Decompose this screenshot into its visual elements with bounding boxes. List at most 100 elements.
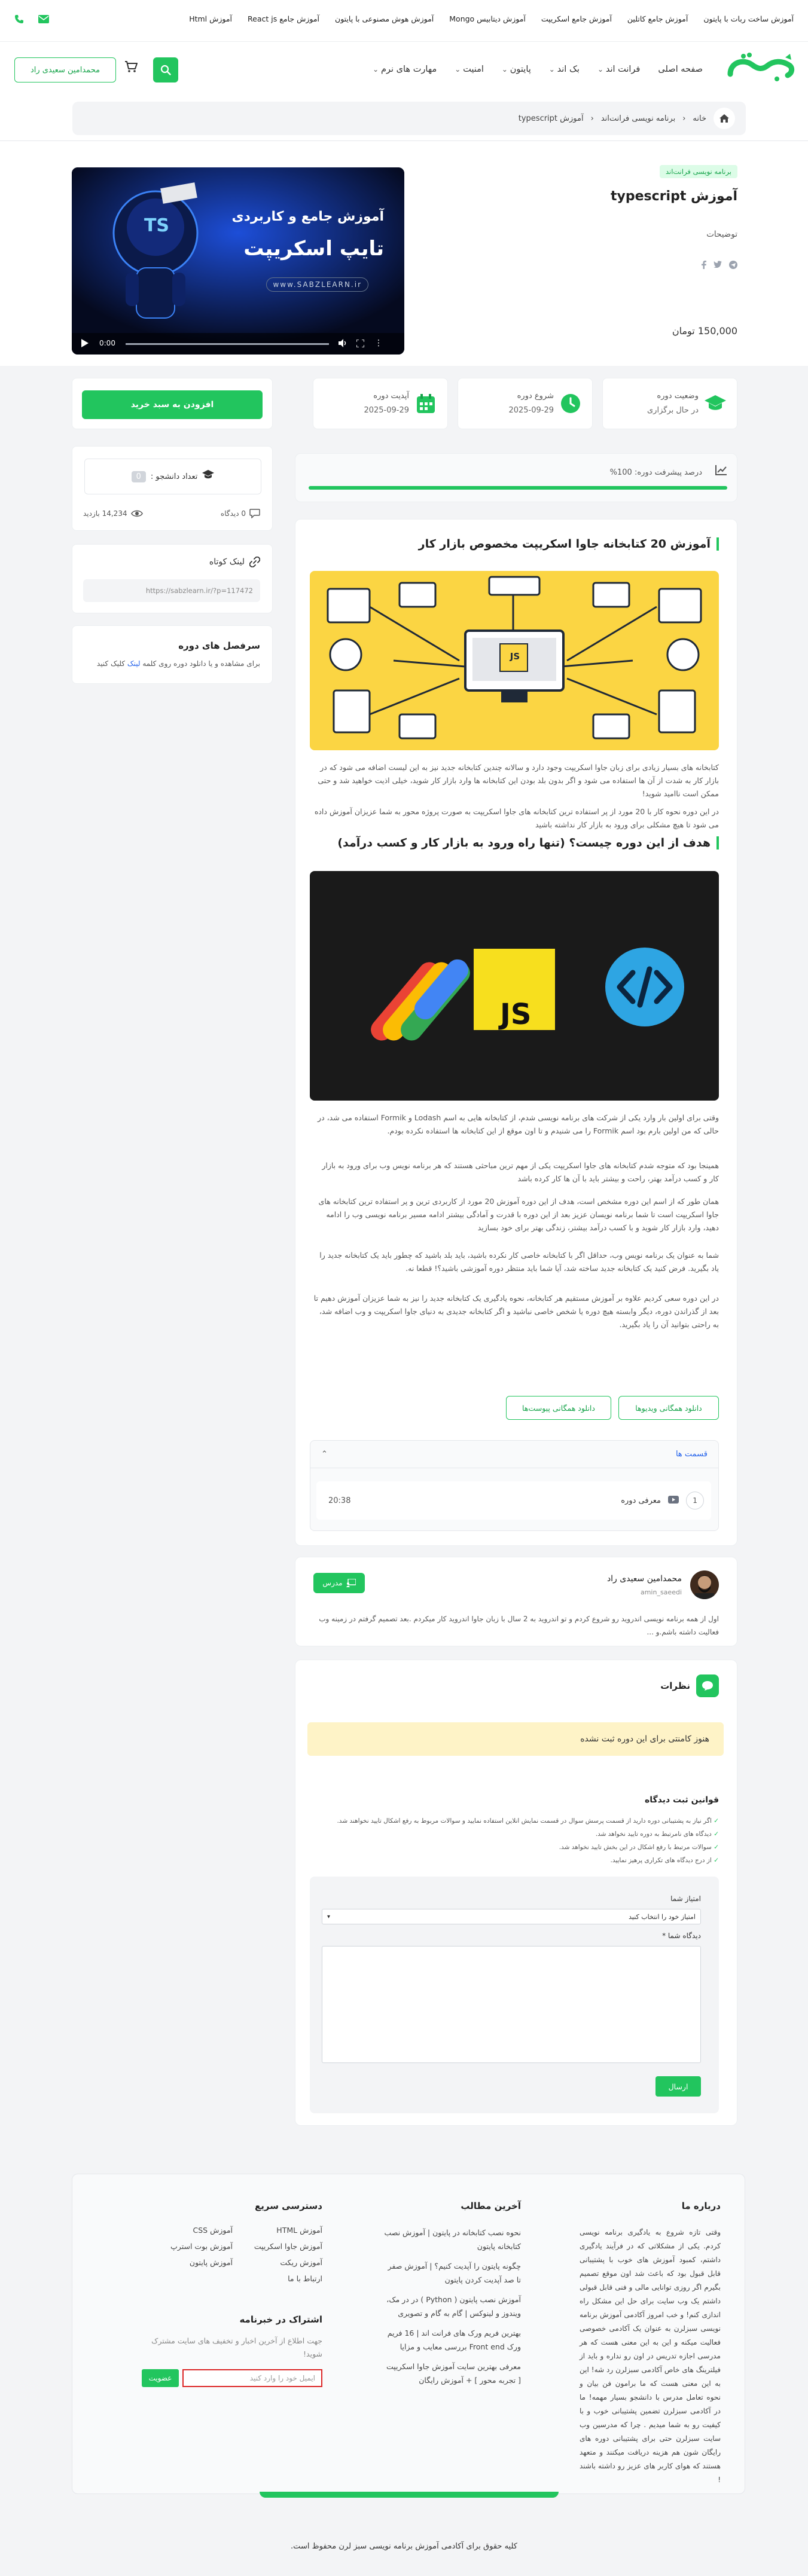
site-header: صفحه اصلی فرانت اند بک اند پایتون امنیت … — [0, 42, 808, 141]
download-attachments-button[interactable]: دانلود همگانی پیوست‌ها — [506, 1396, 611, 1420]
footer-quick-link[interactable]: آموزش بوت استرپ — [143, 2242, 233, 2251]
course-video-player[interactable]: TS آموزش جامع و کاربردی تایپ اسکریپت www… — [72, 167, 404, 355]
footer-quick-link[interactable]: آموزش CSS — [143, 2226, 233, 2235]
download-videos-button[interactable]: دانلود همگانی ویدیوها — [618, 1396, 719, 1420]
info-card-start: شروع دوره 2025-09-29 — [458, 378, 593, 429]
cart-button[interactable] — [124, 61, 138, 76]
phone-icon[interactable] — [14, 14, 24, 26]
teacher-name[interactable]: محمدامین سعیدی راد — [607, 1574, 682, 1584]
accordion-header[interactable]: قسمت ها ⌃ — [310, 1441, 718, 1468]
teacher-icon — [346, 1579, 356, 1587]
user-account-button[interactable]: محمدامین سعیدی راد — [14, 57, 116, 82]
footer-latest-link[interactable]: نحوه نصب کتابخانه در پایتون | آموزش نصب … — [383, 2226, 521, 2253]
nav-security[interactable]: امنیت — [455, 65, 484, 74]
top-link[interactable]: آموزش هوش مصنوعی با پایتون — [335, 14, 434, 23]
clock-icon — [559, 392, 583, 415]
footer-latest-link[interactable]: آموزش نصب پایتون ( Python ) در در مک، وی… — [383, 2293, 521, 2320]
newsletter-text: جهت اطلاع از آخرین اخبار و تخفیف های سای… — [151, 2336, 322, 2358]
footer-latest-link[interactable]: چگونه پایتون را آپدیت کنیم؟ | آموزش صفر … — [383, 2259, 521, 2287]
share-icons — [702, 261, 737, 271]
nav-backend[interactable]: بک اند — [549, 65, 580, 74]
footer-about-title: درباره ما — [681, 2201, 721, 2211]
rules-title: قوانین ثبت دیدگاه — [644, 1795, 719, 1805]
students-icon — [202, 470, 215, 483]
lesson-item[interactable]: 1 معرفی دوره 20:38 — [316, 1481, 711, 1520]
footer-quick-links: آموزش HTML آموزش CSS آموزش جاوا اسکریپت … — [143, 2226, 322, 2283]
top-link[interactable]: آموزش ساخت ربات با پایتون — [703, 14, 794, 23]
comments-header: نظرات — [660, 1674, 719, 1697]
volume-icon[interactable] — [339, 339, 348, 350]
students-count: 0 — [131, 470, 146, 482]
chevron-left-icon: ‹ — [590, 114, 594, 123]
home-icon[interactable] — [714, 108, 735, 129]
calendar-icon — [414, 392, 438, 415]
twitter-icon[interactable] — [714, 261, 722, 271]
avatar — [690, 1570, 719, 1599]
nav-home[interactable]: صفحه اصلی — [658, 65, 703, 74]
score-select[interactable]: امتیاز خود را انتخاب کنید ▾ — [322, 1909, 701, 1924]
footer-latest-link[interactable]: بهترین فریم ورک های فرانت اند | 16 فریم … — [383, 2326, 521, 2354]
nav-soft-skills[interactable]: مهارت های نرم — [373, 65, 437, 74]
fullscreen-icon[interactable] — [356, 339, 365, 350]
nav-frontend[interactable]: فرانت اند — [597, 65, 641, 74]
poster-url: www.SABZLEARN.ir — [266, 277, 368, 292]
footer-latest-link[interactable]: معرفی بهترین سایت آموزش جاوا اسکریپت [ ت… — [383, 2360, 521, 2387]
info-value: 2025-09-29 — [508, 406, 554, 415]
site-logo[interactable] — [725, 50, 797, 84]
syllabus-text: برای مشاهده و یا دانلود دوره روی کلمه لی… — [96, 659, 260, 668]
short-link-input[interactable]: https://sabzlearn.ir/?p=117472 — [83, 579, 260, 602]
paragraph: کتابخانه های بسیار زیادی برای زبان جاوا … — [318, 763, 719, 798]
accordion-title: قسمت ها — [675, 1450, 708, 1459]
submit-comment-button[interactable]: ارسال — [655, 2076, 701, 2097]
paragraph: وقتی برای اولین بار وارد یکی از شرکت های… — [318, 1113, 719, 1135]
stats-row: 0 دیدگاه 14,234 بازدید — [83, 509, 260, 518]
facebook-icon[interactable] — [702, 261, 706, 271]
video-seek-bar[interactable] — [126, 343, 329, 345]
footer-quick-link[interactable]: آموزش ریکت — [233, 2258, 322, 2267]
top-link[interactable]: آموزش جامع React js — [248, 14, 319, 23]
telegram-icon[interactable] — [729, 261, 737, 271]
rule-item: ✓ اگر نیاز به پشتیبانی دوره دارید از قسم… — [337, 1817, 719, 1825]
footer-quick-link[interactable]: آموزش جاوا اسکریپت — [233, 2242, 322, 2251]
search-button[interactable] — [153, 57, 178, 82]
breadcrumb: خانه ‹ برنامه نویسی فرانت‌اند ‹ آموزش ty… — [72, 102, 746, 135]
top-link[interactable]: آموزش Html — [189, 14, 232, 23]
paragraph: همینجا بود که متوجه شدم کتابخانه های جاو… — [322, 1161, 719, 1183]
top-link[interactable]: آموزش دیتابیس Mongo — [449, 14, 526, 23]
top-link[interactable]: آموزش جامع کاتلین — [627, 14, 688, 23]
paragraph: در این دوره نحوه کار با 20 مورد از پر اس… — [314, 807, 719, 829]
students-card: تعداد دانشجو : 0 0 دیدگاه 14,234 بازدید — [72, 446, 273, 531]
rule-item: ✓ از درج دیدگاه های تکراری پرهیز نمایید. — [610, 1857, 719, 1864]
newsletter-title: اشتراک در خبرنامه — [239, 2314, 322, 2325]
syllabus-title: سرفصل های دوره — [178, 640, 260, 651]
syllabus-link[interactable]: لینک — [127, 659, 141, 668]
category-badge[interactable]: برنامه نویسی فرانت‌اند — [659, 165, 737, 178]
nav-python[interactable]: پایتون — [502, 65, 531, 74]
contact-icons — [14, 14, 49, 26]
poster-title-1: آموزش جامع و کاربردی — [231, 209, 384, 224]
info-title: آپدیت دوره — [373, 392, 409, 401]
course-description: آموزش 20 کتابخانه جاوا اسکریپت مخصوص باز… — [295, 519, 737, 1546]
add-to-cart-card: افزودن به سبد خرید — [72, 378, 273, 429]
breadcrumb-home[interactable]: خانه — [693, 114, 706, 123]
copyright-text: کلیه حقوق برای آکادمی آموزش برنامه نویسی… — [291, 2542, 517, 2551]
paragraph: شما به عنوان یک برنامه نویس وب، حداقل اگ… — [319, 1251, 719, 1273]
comment-textarea[interactable] — [322, 1946, 701, 2063]
course-progress: درصد پیشرفت دوره: 100% — [295, 453, 737, 502]
add-to-cart-button[interactable]: افزودن به سبد خرید — [82, 390, 263, 419]
info-value: 2025-09-29 — [364, 406, 409, 415]
footer-quick-link[interactable]: ارتباط با ما — [233, 2274, 322, 2283]
play-icon[interactable] — [81, 339, 89, 350]
chevron-left-icon: ‹ — [682, 114, 686, 123]
footer-quick-link[interactable]: آموزش HTML — [233, 2226, 322, 2235]
email-icon[interactable] — [38, 14, 49, 26]
footer-quick-link[interactable]: آموزش پایتون — [143, 2258, 233, 2267]
newsletter-subscribe-button[interactable]: عضویت — [142, 2369, 179, 2387]
newsletter-email-input[interactable]: ایمیل خود را وارد کنید — [182, 2369, 322, 2387]
more-options-icon[interactable]: ⋮ — [374, 338, 383, 348]
cart-icon — [125, 61, 138, 72]
breadcrumb-category[interactable]: برنامه نویسی فرانت‌اند — [601, 114, 675, 123]
info-title: وضعیت دوره — [657, 392, 699, 401]
comments-title: نظرات — [660, 1680, 690, 1691]
top-link[interactable]: آموزش جامع اسکریپت — [541, 14, 612, 23]
